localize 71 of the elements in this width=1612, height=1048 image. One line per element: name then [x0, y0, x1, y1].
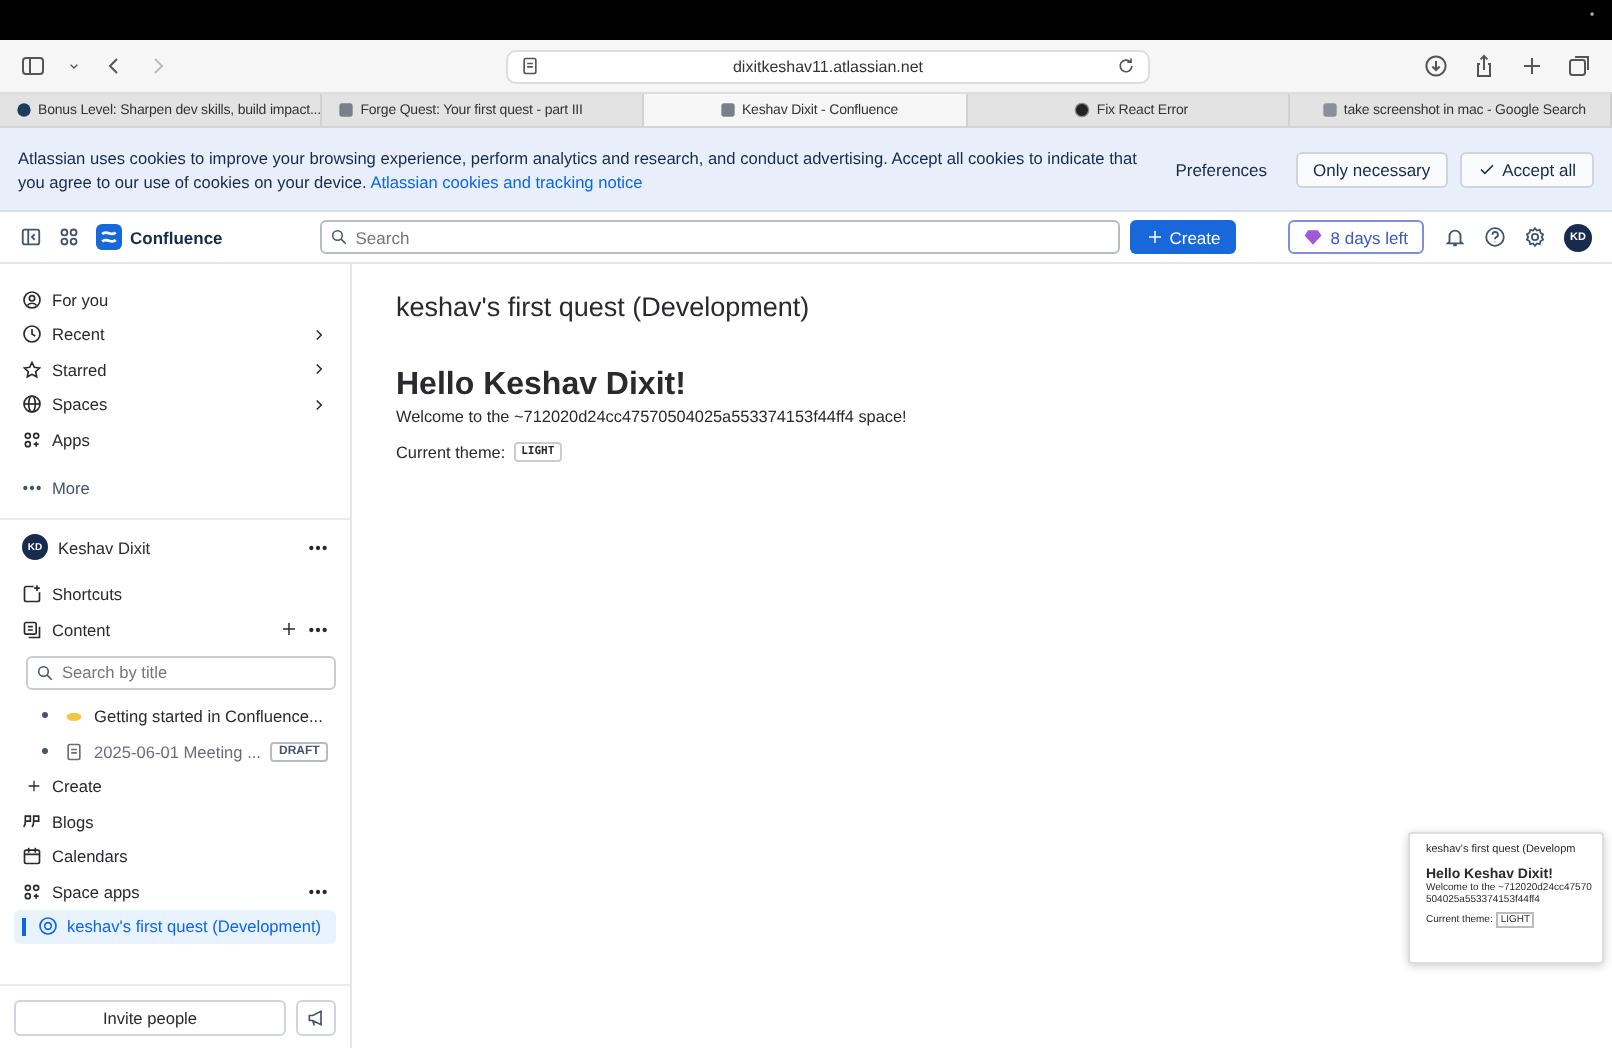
- content-icon: [22, 619, 42, 640]
- sidebar-item[interactable]: Shortcuts: [14, 577, 336, 612]
- sidebar-item[interactable]: Space apps: [14, 874, 336, 909]
- sidebar-item[interactable]: For you: [14, 282, 336, 317]
- sidebar-item[interactable]: Apps: [14, 422, 336, 457]
- page-heading: Hello Keshav Dixit!: [396, 368, 688, 404]
- status-dot-icon: [1590, 12, 1600, 22]
- sidebar-toggle-icon[interactable]: [20, 226, 42, 248]
- address-bar[interactable]: dixitkeshav11.atlassian.net: [506, 49, 1150, 83]
- download-icon[interactable]: [1424, 54, 1448, 78]
- search-icon: [36, 663, 54, 681]
- site-icon: [1321, 102, 1338, 118]
- user-icon: [22, 289, 42, 310]
- page-icon: [520, 56, 540, 76]
- star-icon: [22, 359, 42, 380]
- page-tree-item[interactable]: Getting started in Confluence...: [14, 697, 336, 733]
- plus-icon: [26, 778, 42, 795]
- apps-icon: [22, 881, 42, 902]
- site-icon: [719, 102, 736, 118]
- site-icon: [1074, 102, 1091, 118]
- invite-button[interactable]: Invite people: [14, 1000, 286, 1036]
- check-icon: [1478, 160, 1497, 178]
- search-field[interactable]: Search: [319, 220, 1120, 254]
- cookie-notice: Atlassian uses cookies to improve your browsing experience, perform analytics and research, and conduct advertising. Accept all cookies to indicate that you agree to our use of cookies on your device. Atlassian cookies and tracking notice: [18, 145, 1139, 193]
- clock-icon: [22, 324, 42, 345]
- sidebar-icon[interactable]: [20, 54, 46, 78]
- page-icon: [64, 741, 84, 761]
- app-name: Confluence: [130, 227, 223, 247]
- calendar-icon: [22, 846, 42, 867]
- tabs-icon[interactable]: [1568, 54, 1592, 78]
- target-icon: [37, 916, 57, 937]
- site-icon: [338, 102, 355, 118]
- apps-icon: [22, 429, 42, 450]
- sidebar-item[interactable]: Spaces: [14, 387, 336, 422]
- create-button[interactable]: Create: [1129, 220, 1237, 254]
- accept-all-button[interactable]: Accept all: [1460, 151, 1594, 187]
- globe-icon: [22, 394, 42, 415]
- site-icon: [16, 102, 32, 118]
- welcome-text: Welcome to the ~712020d24cc47570504025a553374153f44ff4 space!: [396, 408, 909, 426]
- search-field[interactable]: Search by title: [26, 655, 336, 689]
- sidebar-item[interactable]: Content: [14, 612, 336, 647]
- help-icon[interactable]: [1484, 226, 1506, 248]
- notification-icon[interactable]: [1444, 226, 1466, 248]
- settings-icon[interactable]: [1524, 226, 1546, 248]
- app-switcher-icon[interactable]: [58, 226, 80, 248]
- sidebar-item[interactable]: Starred: [14, 352, 336, 387]
- theme-label: Current theme:: [396, 443, 506, 461]
- reload-icon[interactable]: [1116, 56, 1136, 76]
- sidebar-item[interactable]: Calendars: [14, 839, 336, 874]
- plus-icon: [1145, 228, 1164, 246]
- create-link[interactable]: Create: [14, 769, 336, 804]
- url-text: dixitkeshav11.atlassian.net: [730, 57, 926, 75]
- sidebar-item[interactable]: Blogs: [14, 804, 336, 839]
- quote-icon: [22, 811, 42, 832]
- preferences-button[interactable]: Preferences: [1159, 151, 1284, 187]
- new-tab-icon[interactable]: [1520, 54, 1544, 78]
- add-icon[interactable]: [280, 620, 298, 639]
- megaphone-icon: [306, 1008, 326, 1028]
- sidebar-item[interactable]: Recent: [14, 317, 336, 352]
- more-item[interactable]: More: [14, 471, 336, 506]
- cookie-notice-link[interactable]: Atlassian cookies and tracking notice: [370, 171, 643, 191]
- gem-icon: [1304, 228, 1323, 246]
- space-title: keshav's first quest (Development): [396, 292, 812, 322]
- shortcut-icon: [22, 584, 42, 605]
- search-icon: [329, 228, 348, 246]
- confluence-logo-icon: [96, 224, 122, 250]
- feedback-button[interactable]: [296, 1000, 336, 1036]
- share-icon[interactable]: [1472, 54, 1496, 78]
- only-necessary-button[interactable]: Only necessary: [1295, 151, 1449, 187]
- trial-button[interactable]: 8 days left: [1288, 220, 1424, 254]
- sidebar-item[interactable]: keshav's first quest (Development): [14, 909, 336, 944]
